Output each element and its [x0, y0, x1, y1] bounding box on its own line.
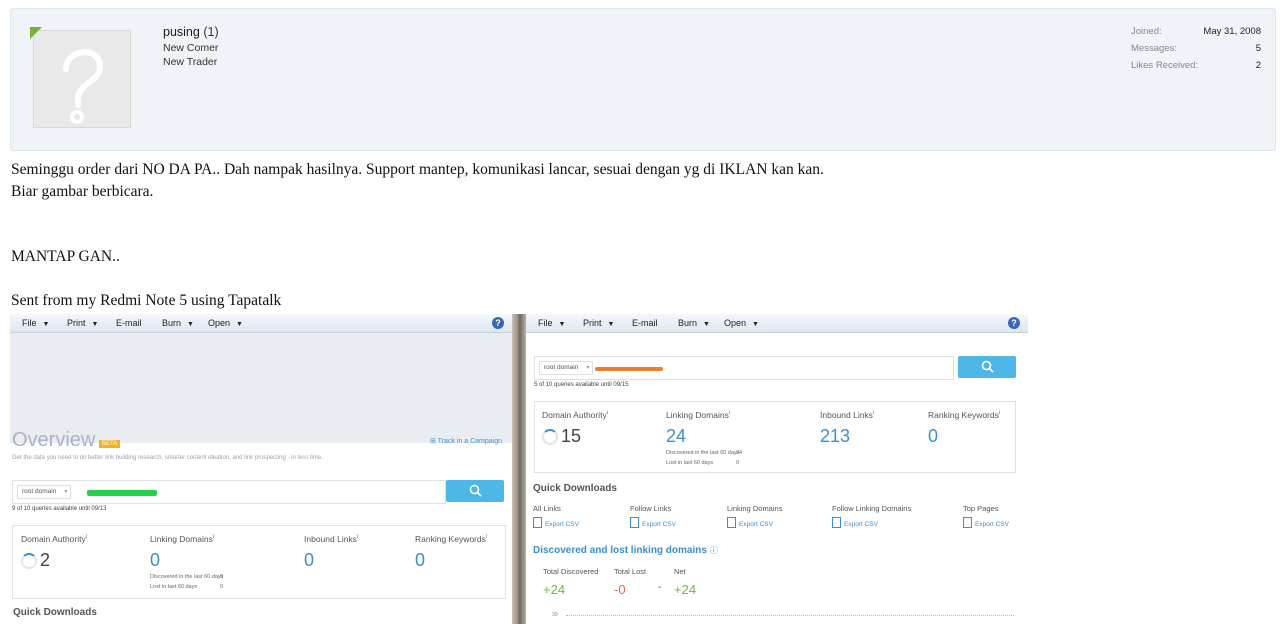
authority-ring-icon: [542, 429, 558, 445]
message-signature: Sent from my Redmi Note 5 using Tapatalk: [11, 292, 282, 309]
menu-burn: Burn ▼: [678, 318, 710, 328]
online-indicator: [30, 27, 42, 39]
quick-downloads-heading: Quick Downloads: [13, 607, 97, 618]
download-linking-domains: Linking Domains Export CSV: [727, 504, 783, 528]
metrics-box: Domain Authorityi 15 Linking Domainsi 24…: [534, 401, 1016, 473]
menu-open: Open ▼: [208, 318, 243, 328]
metric-domain-authority: Domain Authorityi 2: [21, 534, 87, 570]
user-info-bar: pusing (1) New Comer New Trader Joined: M…: [10, 8, 1276, 151]
total-discovered-label: Total Discovered: [543, 567, 599, 576]
download-top-pages: Top Pages Export CSV: [963, 504, 1009, 528]
viewer-blank-area: [10, 333, 512, 443]
metric-ranking-keywords: Ranking Keywordsi 0: [415, 534, 487, 570]
attachment-image-right[interactable]: File ▼ Print ▼ E-mail Burn ▼ Open ▼ ? root d…: [526, 314, 1028, 624]
csv-file-icon: [533, 517, 542, 528]
viewer-menubar: File ▼ Print ▼ E-mail Burn ▼ Open ▼ ?: [526, 314, 1028, 333]
chart-axis-tick: 30: [552, 612, 558, 618]
overview-title: Overview: [12, 429, 96, 451]
viewer-menubar: File ▼ Print ▼ E-mail Burn ▼ Open ▼ ?: [10, 314, 512, 333]
metric-linking-domains: Linking Domainsi 24 Discovered in the la…: [666, 410, 743, 466]
message-line: MANTAP GAN..: [11, 248, 120, 265]
domain-dropdown: root domain: [17, 485, 72, 499]
avatar[interactable]: [33, 30, 131, 128]
csv-file-icon: [963, 517, 972, 528]
menu-print: Print ▼: [583, 318, 615, 328]
redaction-mark: [87, 490, 157, 496]
chart-gridline: [566, 615, 1014, 616]
attachment-image-left[interactable]: File ▼ Print ▼ E-mail Burn ▼ Open ▼ ? Overvi…: [10, 314, 512, 624]
total-lost-label: Total Lost: [614, 567, 647, 576]
quick-downloads-heading: Quick Downloads: [533, 483, 617, 494]
metric-inbound-links: Inbound Linksi 0: [304, 534, 359, 570]
domain-dropdown: root domain: [539, 361, 594, 375]
menu-file: File ▼: [22, 318, 50, 328]
total-lost-value: -0: [614, 582, 626, 597]
search-bar: root domain: [534, 356, 954, 380]
net-label: Net: [674, 567, 686, 576]
overview-subtitle: Get the data you need to do better link …: [12, 455, 323, 461]
menu-email: E-mail: [632, 318, 658, 328]
info-icon: ⓘ: [709, 546, 718, 555]
menu-email: E-mail: [116, 318, 142, 328]
discovered-lost-heading: Discovered and lost linking domains ⓘ: [533, 545, 718, 556]
question-mark-icon: [63, 49, 104, 124]
total-discovered-value: +24: [543, 582, 566, 597]
search-button: [446, 480, 504, 502]
search-icon: [469, 484, 482, 497]
search-icon: [981, 360, 994, 373]
user-title-2: New Trader: [163, 56, 218, 68]
beta-badge: BETA: [99, 440, 121, 448]
track-link: ⊞ Track in a Campaign: [429, 438, 502, 445]
net-value: +24: [674, 582, 697, 597]
csv-file-icon: [630, 517, 639, 528]
query-count: 5 of 10 queries available until 09/15: [534, 382, 629, 388]
menu-open: Open ▼: [724, 318, 759, 328]
message-line: Biar gambar berbicara.: [11, 183, 154, 200]
metrics-box: Domain Authorityi 2 Linking Domainsi 0 D…: [12, 525, 506, 599]
metric-linking-domains: Linking Domainsi 0 Discovered in the las…: [150, 534, 224, 590]
net-separator: -: [658, 582, 662, 593]
metric-inbound-links: Inbound Linksi 213: [820, 410, 875, 446]
download-follow-linking-domains: Follow Linking Domains Export CSV: [832, 504, 912, 528]
help-icon: ?: [492, 317, 504, 329]
search-button: [958, 356, 1016, 378]
image-divider: [512, 314, 526, 624]
csv-file-icon: [832, 517, 841, 528]
redaction-mark: [595, 367, 663, 371]
csv-file-icon: [727, 517, 736, 528]
menu-print: Print ▼: [67, 318, 99, 328]
authority-ring-icon: [21, 553, 37, 569]
menu-burn: Burn ▼: [162, 318, 194, 328]
message-line: Seminggu order dari NO DA PA.. Dah nampa…: [11, 161, 824, 178]
menu-file: File ▼: [538, 318, 566, 328]
user-title-1: New Comer: [163, 42, 219, 54]
help-icon: ?: [1008, 317, 1020, 329]
search-bar: root domain: [12, 480, 446, 504]
download-follow-links: Follow Links Export CSV: [630, 504, 676, 528]
query-count: 9 of 10 queries available until 09/13: [12, 506, 107, 512]
username[interactable]: pusing (1): [163, 25, 219, 39]
metric-domain-authority: Domain Authorityi 15: [542, 410, 608, 446]
metric-ranking-keywords: Ranking Keywordsi 0: [928, 410, 1000, 446]
download-all-links: All Links Export CSV: [533, 504, 579, 528]
user-stats: Joined: May 31, 2008 Messages: 5 Likes Rec…: [1131, 26, 1261, 71]
